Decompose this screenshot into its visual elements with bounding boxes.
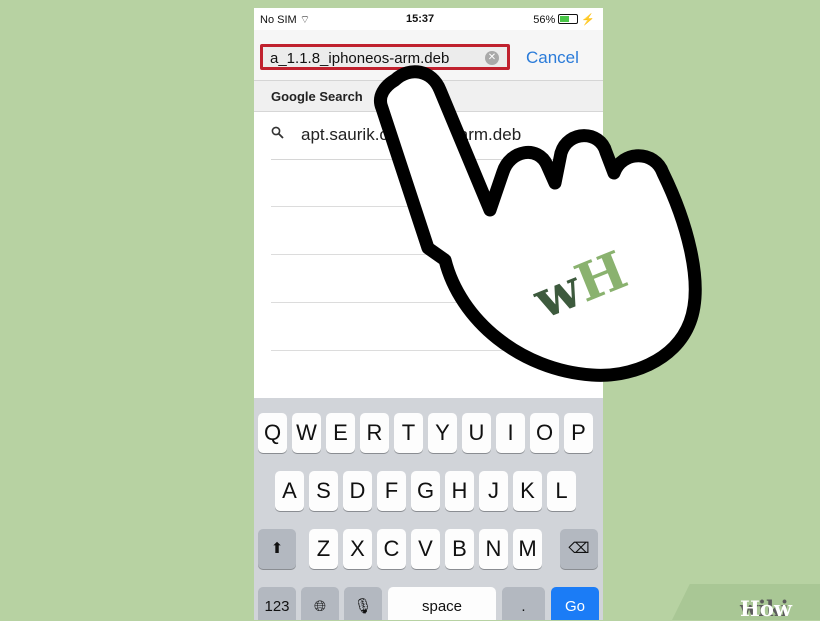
keyboard: Q W E R T Y U I O P A S D F G H J K L ⬆ … (254, 398, 603, 620)
suggestions-header-label: Google Search (271, 89, 363, 104)
key-y[interactable]: Y (428, 413, 457, 453)
empty-row-divider (271, 254, 603, 255)
phone-screen: No SIM ⌔ 15:37 56% ⚡ a_1.1.8_iphoneos-ar… (254, 8, 603, 620)
backspace-icon: ⌫ (568, 540, 590, 557)
key-d[interactable]: D (343, 471, 372, 511)
key-g[interactable]: G (411, 471, 440, 511)
empty-row-divider (271, 206, 603, 207)
globe-key[interactable]: 🌐︎ (301, 587, 339, 620)
search-icon (271, 126, 284, 142)
key-u[interactable]: U (462, 413, 491, 453)
key-a[interactable]: A (275, 471, 304, 511)
key-b[interactable]: B (445, 529, 474, 569)
key-o[interactable]: O (530, 413, 559, 453)
numbers-key[interactable]: 123 (258, 587, 296, 620)
key-l[interactable]: L (547, 471, 576, 511)
key-n[interactable]: N (479, 529, 508, 569)
clear-icon[interactable]: ✕ (485, 51, 499, 65)
key-j[interactable]: J (479, 471, 508, 511)
key-x[interactable]: X (343, 529, 372, 569)
key-e[interactable]: E (326, 413, 355, 453)
wikihow-watermark: wiki How (672, 584, 820, 620)
cancel-button[interactable]: Cancel (526, 48, 579, 68)
globe-icon: 🌐︎ (313, 598, 326, 615)
key-t[interactable]: T (394, 413, 423, 453)
url-field[interactable]: a_1.1.8_iphoneos-arm.deb ✕ (260, 44, 510, 70)
key-k[interactable]: K (513, 471, 542, 511)
url-text: a_1.1.8_iphoneos-arm.deb (270, 50, 450, 67)
empty-row-divider (271, 350, 603, 351)
carrier-label: No SIM ⌔ (260, 14, 311, 26)
key-r[interactable]: R (360, 413, 389, 453)
key-c[interactable]: C (377, 529, 406, 569)
key-z[interactable]: Z (309, 529, 338, 569)
space-key[interactable]: space (388, 587, 496, 620)
key-m[interactable]: M (513, 529, 542, 569)
shift-icon: ⬆ (270, 540, 284, 557)
empty-row-divider (271, 302, 603, 303)
charging-icon: ⚡ (581, 14, 595, 26)
search-bar: a_1.1.8_iphoneos-arm.deb ✕ Cancel (254, 30, 603, 81)
dictation-key[interactable]: 🎙︎ (344, 587, 382, 620)
period-key[interactable]: . (502, 587, 545, 620)
key-q[interactable]: Q (258, 413, 287, 453)
battery-indicator: 56% ⚡ (533, 14, 595, 26)
key-p[interactable]: P (564, 413, 593, 453)
watermark-how: How (740, 596, 792, 621)
microphone-icon: 🎙︎ (353, 598, 373, 615)
shift-key[interactable]: ⬆ (258, 529, 296, 569)
suggestion-row[interactable]: apt.saurik.com...eos-arm.deb (271, 111, 603, 160)
key-f[interactable]: F (377, 471, 406, 511)
delete-key[interactable]: ⌫ (560, 529, 598, 569)
suggestions-header: Google Search (254, 81, 603, 112)
status-bar: No SIM ⌔ 15:37 56% ⚡ (254, 8, 603, 30)
go-button[interactable]: Go (551, 587, 599, 620)
key-v[interactable]: V (411, 529, 440, 569)
wifi-icon: ⌔ (299, 14, 311, 26)
key-w[interactable]: W (292, 413, 321, 453)
clock: 15:37 (406, 13, 435, 25)
key-h[interactable]: H (445, 471, 474, 511)
battery-icon (558, 14, 579, 24)
suggestion-text: apt.saurik.com...eos-arm.deb (301, 125, 522, 144)
key-i[interactable]: I (496, 413, 525, 453)
key-s[interactable]: S (309, 471, 338, 511)
